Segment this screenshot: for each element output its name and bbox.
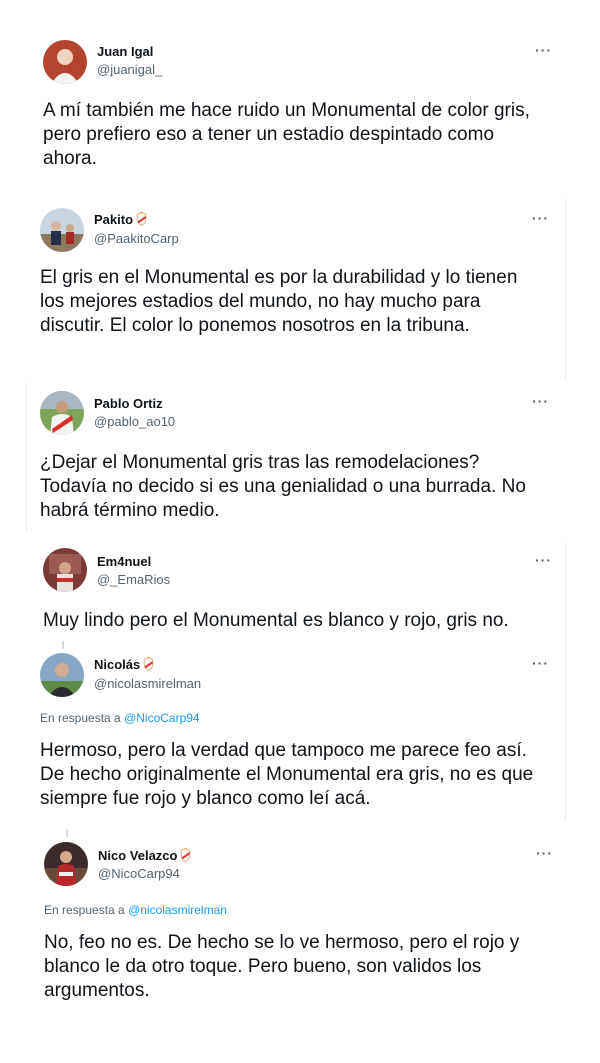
- user-handle[interactable]: @_EmaRios: [97, 572, 170, 587]
- tweet-text: No, feo no es. De hecho se lo ve hermoso…: [44, 932, 520, 1001]
- avatar[interactable]: [44, 842, 88, 886]
- display-name[interactable]: Juan Igal: [97, 44, 153, 59]
- club-crest-icon: [180, 848, 191, 862]
- avatar[interactable]: [40, 208, 84, 252]
- more-options-icon[interactable]: ···: [532, 393, 549, 409]
- tweet-card: Em4nuel @_EmaRios ··· Muy lindo pero el …: [0, 542, 600, 640]
- reply-prefix: En respuesta a: [44, 903, 125, 917]
- avatar[interactable]: [40, 391, 84, 435]
- display-name-text[interactable]: Pakito: [94, 212, 133, 227]
- tweet-card: Pablo Ortiz @pablo_ao10 ··· ¿Dejar el Mo…: [0, 383, 600, 531]
- user-handle[interactable]: @PaakitoCarp: [94, 231, 179, 246]
- club-crest-icon: [136, 212, 147, 226]
- card-border: [26, 383, 27, 531]
- display-name-text[interactable]: Nico Velazco: [98, 848, 177, 863]
- tweet-text: Muy lindo pero el Monumental es blanco y…: [43, 610, 509, 631]
- card-border: [565, 641, 566, 821]
- display-name[interactable]: Pakito: [94, 212, 147, 227]
- tweet-text: ¿Dejar el Monumental gris tras las remod…: [40, 452, 526, 521]
- avatar[interactable]: [40, 653, 84, 697]
- display-name[interactable]: Nicolás: [94, 657, 154, 672]
- reply-to-link[interactable]: @nicolasmirelman: [128, 903, 227, 917]
- tweet-text: El gris en el Monumental es por la durab…: [40, 267, 518, 336]
- reply-prefix: En respuesta a: [40, 711, 121, 725]
- reply-to-link[interactable]: @NicoCarp94: [124, 711, 200, 725]
- display-name[interactable]: Pablo Ortiz: [94, 396, 163, 411]
- tweet-text: Hermoso, pero la verdad que tampoco me p…: [40, 740, 534, 809]
- more-options-icon[interactable]: ···: [535, 42, 552, 58]
- more-options-icon[interactable]: ···: [532, 210, 549, 226]
- more-options-icon[interactable]: ···: [536, 845, 553, 861]
- avatar[interactable]: [43, 40, 87, 84]
- thread-connector: [62, 641, 64, 649]
- user-handle[interactable]: @pablo_ao10: [94, 414, 175, 429]
- card-border: [565, 542, 566, 640]
- display-name[interactable]: Em4nuel: [97, 554, 151, 569]
- club-crest-icon: [143, 657, 154, 671]
- tweet-card: Nico Velazco @NicoCarp94 ··· En respuest…: [0, 829, 600, 1019]
- tweet-card: Nicolás @nicolasmirelman ··· En respuest…: [0, 641, 600, 821]
- card-border: [565, 198, 566, 380]
- user-handle[interactable]: @NicoCarp94: [98, 866, 180, 881]
- reply-context: En respuesta a @NicoCarp94: [40, 711, 200, 725]
- more-options-icon[interactable]: ···: [532, 655, 549, 671]
- display-name[interactable]: Nico Velazco: [98, 848, 191, 863]
- reply-context: En respuesta a @nicolasmirelman: [44, 903, 227, 917]
- user-handle[interactable]: @juanigal_: [97, 62, 162, 77]
- tweet-card: Pakito @PaakitoCarp ··· El gris en el Mo…: [0, 198, 600, 380]
- tweet-card: Juan Igal @juanigal_ ··· A mí también me…: [0, 30, 600, 190]
- avatar[interactable]: [43, 548, 87, 592]
- more-options-icon[interactable]: ···: [535, 552, 552, 568]
- thread-connector: [66, 829, 68, 837]
- display-name-text[interactable]: Nicolás: [94, 657, 140, 672]
- tweet-text: A mí también me hace ruido un Monumental…: [43, 100, 530, 169]
- user-handle[interactable]: @nicolasmirelman: [94, 676, 201, 691]
